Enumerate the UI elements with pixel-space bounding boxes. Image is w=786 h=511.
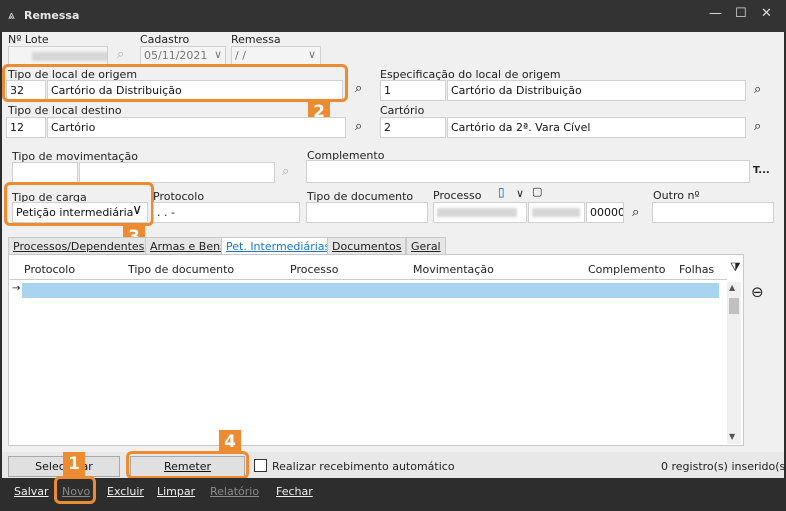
auto-receive-label: Realizar recebimento automático bbox=[272, 460, 455, 473]
minimize-icon[interactable]: — bbox=[709, 6, 722, 21]
tipo-mov-search-icon[interactable]: ⌕ bbox=[282, 164, 289, 179]
tab-documentos[interactable]: Documentos bbox=[327, 237, 407, 254]
protocolo-input[interactable]: . . - bbox=[153, 202, 300, 223]
title-bar: ⩓ Remessa — ☐ ✕ bbox=[0, 0, 786, 32]
cadastro-label: Cadastro bbox=[140, 33, 190, 46]
remessa-dropdown-icon[interactable]: ∨ bbox=[308, 48, 316, 61]
cartorio-label: Cartório bbox=[380, 104, 425, 117]
highlight-box-3 bbox=[4, 182, 154, 226]
scroll-up-icon[interactable]: ▲ bbox=[729, 283, 735, 292]
cartorio-search-icon[interactable]: ⌕ bbox=[754, 119, 761, 134]
table-row[interactable] bbox=[22, 283, 719, 298]
grid-header-divider bbox=[10, 279, 727, 280]
processo-input-2[interactable] bbox=[528, 202, 585, 223]
tipo-destino-search-icon[interactable]: ⌕ bbox=[355, 119, 362, 134]
window-title: Remessa bbox=[24, 9, 80, 22]
processo-search-icon[interactable]: ⌕ bbox=[632, 205, 639, 220]
tipo-destino-name[interactable]: Cartório bbox=[47, 117, 346, 138]
col-folhas[interactable]: Folhas bbox=[679, 263, 714, 276]
tab-geral[interactable]: Geral bbox=[406, 237, 446, 254]
lote-label: Nº Lote bbox=[8, 33, 49, 46]
processo-input-1[interactable] bbox=[433, 202, 527, 223]
outro-input[interactable] bbox=[652, 202, 774, 223]
filter-icon[interactable]: ⧩ bbox=[730, 260, 741, 275]
outro-label: Outro nº bbox=[653, 189, 700, 202]
espec-origem-search-icon[interactable]: ⌕ bbox=[754, 82, 761, 97]
tipo-origem-search-icon[interactable]: ⌕ bbox=[355, 81, 362, 96]
cartorio-name[interactable]: Cartório da 2ª. Vara Cível bbox=[447, 117, 746, 138]
scrollbar-thumb[interactable] bbox=[729, 298, 739, 314]
scroll-down-icon[interactable]: ▼ bbox=[729, 432, 735, 441]
tab-pet-intermediarias[interactable]: Pet. Intermediárias bbox=[221, 237, 336, 254]
highlight-box-1 bbox=[54, 476, 96, 504]
tipo-destino-label: Tipo de local destino bbox=[8, 104, 122, 117]
tipo-documento-input[interactable] bbox=[306, 202, 428, 223]
row-marker-icon: → bbox=[12, 283, 21, 294]
badge-1: 1 bbox=[63, 452, 85, 476]
lote-input[interactable] bbox=[8, 46, 108, 65]
records-count: 0 registro(s) inserido(s) bbox=[661, 460, 786, 473]
document-icon[interactable]: ▯ bbox=[498, 185, 505, 199]
complemento-input[interactable] bbox=[306, 160, 750, 183]
tipo-mov-code[interactable] bbox=[12, 162, 78, 183]
remove-row-icon[interactable]: ⊖ bbox=[751, 283, 764, 301]
espec-origem-name[interactable]: Cartório da Distribuição bbox=[447, 80, 746, 101]
cadastro-dropdown-icon[interactable]: ∨ bbox=[214, 48, 222, 61]
menu-excluir[interactable]: Excluir bbox=[107, 485, 144, 498]
cartorio-code[interactable]: 2 bbox=[380, 117, 446, 138]
badge-4: 4 bbox=[219, 430, 241, 454]
menu-limpar[interactable]: Limpar bbox=[157, 485, 195, 498]
info-icon[interactable]: ▢ bbox=[532, 185, 542, 198]
remessa-label: Remessa bbox=[231, 33, 281, 46]
col-movimentacao[interactable]: Movimentação bbox=[413, 263, 494, 276]
tab-armas[interactable]: Armas e Bens bbox=[145, 237, 231, 254]
complemento-text-button[interactable]: T... bbox=[753, 165, 770, 176]
tab-processos[interactable]: Processos/Dependentes bbox=[8, 237, 150, 254]
processo-label: Processo bbox=[433, 189, 482, 202]
col-processo[interactable]: Processo bbox=[290, 263, 338, 276]
menu-salvar[interactable]: Salvar bbox=[14, 485, 49, 498]
menu-relatorio[interactable]: Relatório bbox=[210, 485, 259, 498]
espec-origem-code[interactable]: 1 bbox=[380, 80, 446, 101]
highlight-box-2 bbox=[2, 64, 348, 102]
col-tipo-documento[interactable]: Tipo de documento bbox=[128, 263, 234, 276]
processo-input-3[interactable]: 00000 bbox=[586, 202, 624, 223]
close-icon[interactable]: ✕ bbox=[761, 6, 772, 21]
tipo-mov-name[interactable] bbox=[79, 162, 275, 183]
menu-fechar[interactable]: Fechar bbox=[276, 485, 313, 498]
app-logo-icon: ⩓ bbox=[8, 8, 15, 22]
auto-receive-checkbox[interactable] bbox=[254, 459, 267, 472]
maximize-icon[interactable]: ☐ bbox=[735, 6, 747, 21]
highlight-box-4 bbox=[126, 451, 249, 479]
lote-search-icon[interactable]: ⌕ bbox=[117, 47, 124, 62]
processo-dropdown-icon[interactable]: ∨ bbox=[516, 187, 524, 200]
tipo-destino-code[interactable]: 12 bbox=[6, 117, 46, 138]
col-protocolo[interactable]: Protocolo bbox=[24, 263, 75, 276]
col-complemento[interactable]: Complemento bbox=[588, 263, 665, 276]
